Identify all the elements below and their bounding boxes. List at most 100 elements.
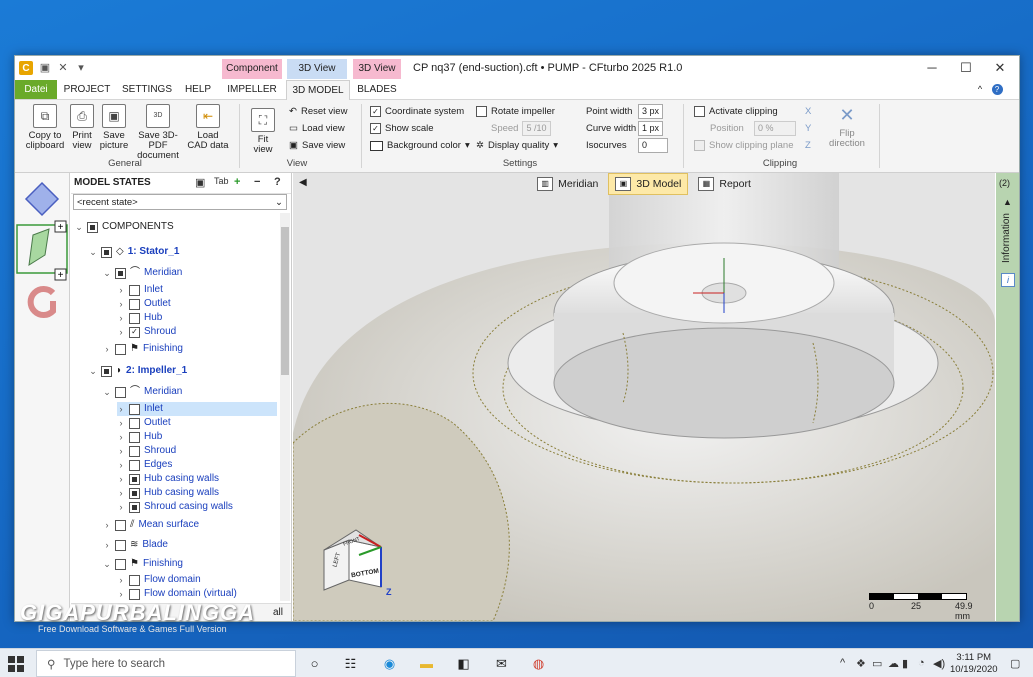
tree-node-blade[interactable]: › ≋ Blade — [103, 538, 168, 552]
chevron-right-icon[interactable]: › — [117, 458, 125, 472]
clip-x-button[interactable]: X — [805, 104, 811, 119]
tree-node-hub[interactable]: › Hub — [117, 311, 162, 325]
chrome-browser-icon[interactable]: ◍ — [530, 655, 547, 672]
edge-browser-icon[interactable]: ◉ — [381, 655, 398, 672]
tab-help[interactable]: HELP — [180, 80, 216, 99]
save-view-button[interactable]: ▣ Save view — [289, 138, 345, 153]
chevron-right-icon[interactable]: › — [117, 402, 125, 416]
3d-viewport[interactable]: ▥ Meridian ▣ 3D Model ▦ Report ◀ LEFT BOTTO… — [293, 173, 995, 621]
expand-panel-icon[interactable]: ▲ — [1003, 197, 1012, 207]
wifi-icon[interactable]: ◔ — [918, 657, 925, 669]
speed-spinner[interactable]: 5 /10 — [522, 121, 551, 136]
tree-node-shroud[interactable]: › ✓ Shroud — [117, 325, 176, 339]
file-explorer-icon[interactable]: ▬ — [418, 655, 435, 672]
coordinate-system-checkbox[interactable]: ✓ Coordinate system — [370, 104, 464, 119]
tree-node-stator[interactable]: ⌄ ◇ 1: Stator_1 — [89, 245, 179, 259]
chevron-right-icon[interactable]: › — [117, 416, 125, 430]
curve-width-spinner[interactable]: 1 px — [638, 121, 664, 136]
store-icon[interactable]: ◧ — [455, 655, 472, 672]
tab-3d-model-view[interactable]: ▣ 3D Model — [608, 173, 689, 195]
chevron-right-icon[interactable]: › — [103, 342, 111, 356]
tree-node-inlet[interactable]: › Inlet — [117, 283, 163, 297]
tree-node-flow-domain[interactable]: › Flow domain — [117, 573, 201, 587]
scrollbar-thumb[interactable] — [281, 227, 289, 375]
background-color-dropdown[interactable]: Background color ▾ — [370, 138, 470, 153]
close-window-button[interactable]: ✕ — [983, 58, 1017, 78]
collapse-ribbon-icon[interactable]: ^ — [973, 80, 987, 99]
notifications-icon[interactable]: ▢ — [1010, 657, 1020, 670]
chevron-down-icon[interactable]: ⌄ — [103, 266, 111, 280]
tab-datei[interactable]: Datei — [15, 80, 57, 99]
tab-impeller[interactable]: IMPELLER — [222, 80, 282, 99]
tab-report[interactable]: ▦ Report — [692, 174, 757, 194]
chevron-down-icon[interactable]: ⌄ — [89, 245, 97, 259]
chevron-right-icon[interactable]: › — [117, 297, 125, 311]
chevron-down-icon[interactable]: ⌄ — [89, 364, 97, 378]
tree-node-hub[interactable]: › Hub — [117, 430, 162, 444]
tab-3d-model[interactable]: 3D MODEL — [286, 80, 350, 100]
cube-face-bottom[interactable] — [348, 539, 382, 588]
chevron-right-icon[interactable]: › — [117, 430, 125, 444]
tree-node-outlet[interactable]: › Outlet — [117, 416, 171, 430]
point-width-spinner[interactable]: 3 px — [638, 104, 664, 119]
save-state-icon[interactable]: ▣ — [195, 176, 205, 189]
maximize-button[interactable]: ☐ — [949, 58, 983, 78]
stator-component-icon[interactable] — [24, 181, 60, 217]
taskbar-clock[interactable]: 3:11 PM 10/19/2020 — [950, 652, 998, 676]
flip-direction-button[interactable]: ✕ Flip direction — [825, 104, 869, 149]
tree-scrollbar[interactable] — [280, 213, 290, 601]
chevron-down-icon[interactable]: ⌄ — [103, 557, 111, 571]
tree-node-edges[interactable]: › Edges — [117, 458, 172, 472]
info-icon[interactable]: i — [1001, 273, 1015, 287]
tree-node-finishing[interactable]: ⌄ ⚑ Finishing — [103, 557, 183, 571]
remove-state-icon[interactable]: − — [254, 176, 260, 188]
impeller-component-icon[interactable] — [28, 228, 50, 266]
information-panel[interactable]: (2) ▲ Information i — [996, 173, 1019, 621]
clip-z-button[interactable]: Z — [805, 138, 811, 153]
reset-view-button[interactable]: ↶ Reset view — [289, 104, 347, 119]
tree-node-flow-domain-virtual[interactable]: › Flow domain (virtual) — [117, 587, 237, 601]
isocurves-spinner[interactable]: 0 — [638, 138, 668, 153]
tab-state-icon[interactable]: Tab — [214, 176, 229, 186]
tree-node-shroud-casing-walls[interactable]: › Shroud casing walls — [117, 500, 233, 514]
tree-node-outlet[interactable]: › Outlet — [117, 297, 171, 311]
copy-to-clipboard-button[interactable]: ⧉ Copy to clipboard — [19, 104, 71, 151]
chevron-right-icon[interactable]: › — [117, 587, 125, 601]
tab-project[interactable]: PROJECT — [61, 80, 113, 99]
onedrive-icon[interactable]: ☁ — [888, 657, 899, 670]
show-scale-checkbox[interactable]: ✓ Show scale — [370, 121, 434, 136]
chevron-right-icon[interactable]: › — [117, 472, 125, 486]
save-3dpdf-button[interactable]: 3D Save 3D-PDF document — [132, 104, 184, 161]
windows-start-icon[interactable] — [8, 656, 24, 672]
tab-blades[interactable]: BLADES — [353, 80, 401, 99]
widgets-icon[interactable]: ☷ — [342, 655, 359, 672]
chevron-right-icon[interactable]: › — [103, 538, 111, 552]
help-icon[interactable]: ? — [990, 80, 1004, 99]
add-state-icon[interactable]: + — [234, 176, 240, 188]
battery-icon[interactable]: ▮ — [902, 657, 908, 670]
save-picture-button[interactable]: ▣ Save picture — [99, 104, 129, 151]
chevron-right-icon[interactable]: › — [117, 311, 125, 325]
minimize-button[interactable]: ─ — [915, 58, 949, 78]
chevron-right-icon[interactable]: › — [117, 573, 125, 587]
tree-node-hub-casing-walls[interactable]: › Hub casing walls — [117, 472, 219, 486]
task-view-icon[interactable]: ○ — [306, 655, 323, 672]
save-icon[interactable]: ▣ — [39, 62, 51, 74]
network-icon[interactable]: ▭ — [872, 657, 882, 670]
chevron-down-icon[interactable]: ⌄ — [75, 220, 83, 234]
chevron-right-icon[interactable]: › — [117, 444, 125, 458]
tree-node-components[interactable]: ⌄ COMPONENTS — [75, 220, 174, 234]
collapse-panel-icon[interactable]: ◀ — [299, 177, 307, 188]
close-icon[interactable]: ✕ — [57, 62, 69, 74]
speed-control[interactable]: Speed 5 /10 — [491, 121, 551, 136]
chevron-right-icon[interactable]: › — [117, 283, 125, 297]
tree-node-impeller[interactable]: ⌄ ◗ 2: Impeller_1 — [89, 364, 187, 378]
print-view-button[interactable]: ⎙ Print view — [69, 104, 95, 151]
show-clipping-plane-checkbox[interactable]: Show clipping plane — [694, 138, 794, 153]
rotate-impeller-checkbox[interactable]: Rotate impeller — [476, 104, 555, 119]
tab-settings[interactable]: SETTINGS — [119, 80, 175, 99]
taskbar-search-box[interactable]: ⚲ Type here to search — [36, 650, 296, 677]
tree-node-finishing[interactable]: › ⚑ Finishing — [103, 342, 183, 356]
volume-icon[interactable]: ◀) — [933, 657, 945, 670]
fit-view-button[interactable]: ⛶ Fit view — [249, 108, 277, 155]
